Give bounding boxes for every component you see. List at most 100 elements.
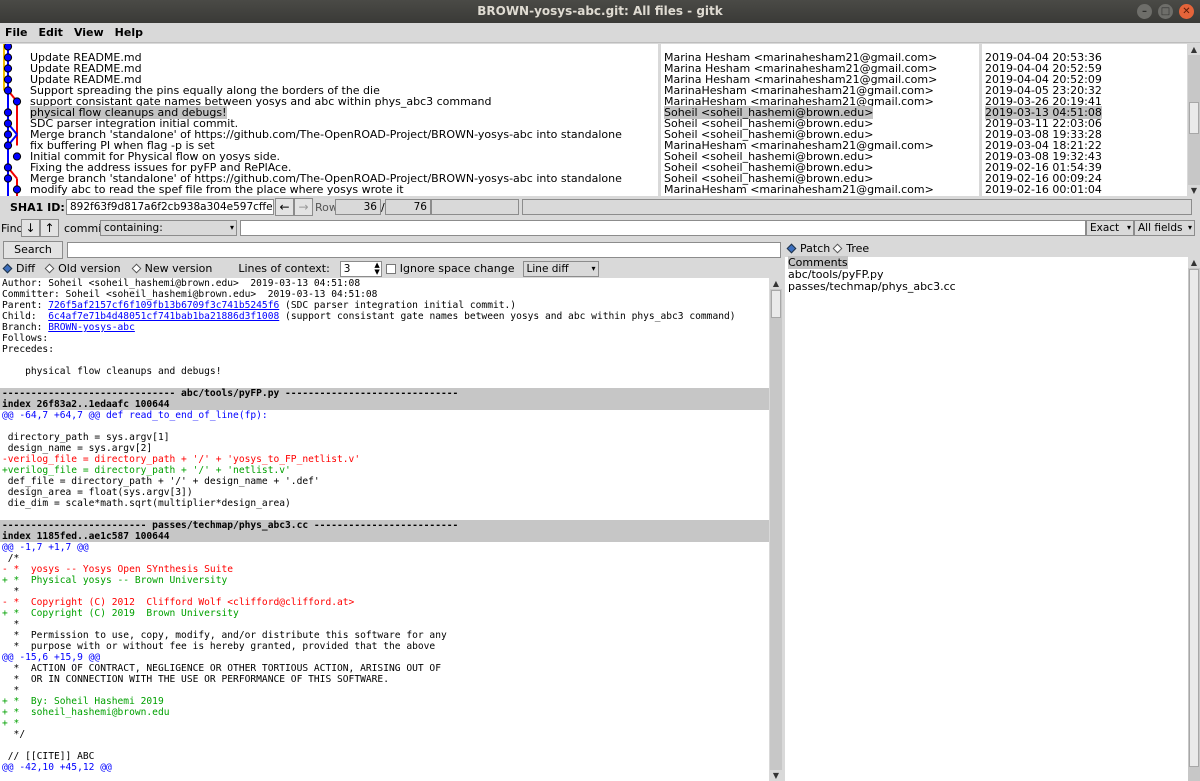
patch-radio-icon bbox=[786, 243, 797, 254]
diff-line: design_name = sys.argv[2] bbox=[0, 443, 769, 454]
author-cell[interactable]: Soheil <soheil_hashemi@brown.edu> bbox=[661, 195, 979, 196]
scroll-up-icon[interactable]: ▲ bbox=[1188, 44, 1200, 55]
scroll-down-icon[interactable]: ▼ bbox=[1188, 185, 1200, 196]
commit-list[interactable]: Update README.md Update README.md Update R… bbox=[0, 44, 658, 196]
find-up-icon[interactable]: ↑ bbox=[40, 219, 59, 237]
commit-label: commit bbox=[64, 221, 106, 235]
diff-line-text: -verilog_file = directory_path + '/' + '… bbox=[2, 454, 361, 465]
diff-line-text: @@ -42,10 +45,12 @@ bbox=[2, 762, 112, 773]
diff-line: directory_path = sys.argv[1] bbox=[0, 432, 769, 443]
diff-line-text: design_area = float(sys.argv[3]) bbox=[2, 487, 193, 498]
author-list[interactable]: Marina Hesham <marinahesham21@gmail.com>… bbox=[661, 44, 979, 196]
diff-line-text: physical flow cleanups and debugs! bbox=[2, 366, 222, 377]
window-titlebar: BROWN-yosys-abc.git: All files - gitk – … bbox=[0, 0, 1200, 23]
diff-line: * bbox=[0, 619, 769, 630]
scrollbar-thumb[interactable] bbox=[771, 290, 781, 318]
diff-line: // [[CITE]] ABC bbox=[0, 751, 769, 762]
patch-radio[interactable]: Patch bbox=[786, 242, 830, 255]
diff-line-text: - * yosys -- Yosys Open SYnthesis Suite bbox=[2, 564, 234, 575]
menu-view[interactable]: View bbox=[74, 23, 104, 42]
diff-line-text: +verilog_file = directory_path + '/' + '… bbox=[2, 465, 291, 476]
sha-input[interactable]: 892f63f9d817a6f2cb938a304e597cffe65ef6e8 bbox=[66, 199, 274, 215]
linediff-select[interactable]: Line diff ▾ bbox=[522, 260, 599, 277]
diff-line-text: Child: bbox=[2, 311, 49, 322]
commit-row[interactable]: The ground work for reintegration! bbox=[0, 195, 658, 196]
fields-select[interactable]: All fields ▾ bbox=[1134, 220, 1195, 236]
diff-radio[interactable]: Diff bbox=[2, 262, 36, 275]
diff-line: physical flow cleanups and debugs! bbox=[0, 366, 769, 377]
diff-line-text: + * Copyright (C) 2019 Brown University bbox=[2, 608, 239, 619]
tree-radio[interactable]: Tree bbox=[832, 242, 870, 255]
diff-line: Committer: Soheil <soheil_hashemi@brown.… bbox=[0, 289, 769, 300]
diff-line: * Permission to use, copy, modify, and/o… bbox=[0, 630, 769, 641]
diff-line bbox=[0, 740, 769, 751]
date-cell-text: 2019-02-16 00:00:11 bbox=[985, 194, 1102, 196]
new-version-radio[interactable]: New version bbox=[131, 262, 212, 275]
diff-line: Parent: 726f5af2157cf6f109fb13b6709f3c74… bbox=[0, 300, 769, 311]
forward-arrow-icon[interactable]: → bbox=[294, 198, 313, 216]
context-spinbox[interactable]: 3 ▲ ▼ bbox=[339, 260, 382, 277]
menu-edit[interactable]: Edit bbox=[39, 23, 63, 42]
find-input[interactable] bbox=[240, 220, 1086, 236]
commit-scrollbar[interactable]: ▲ ▼ bbox=[1188, 44, 1200, 196]
diff-radio-icon bbox=[2, 263, 13, 274]
new-version-icon bbox=[131, 263, 142, 274]
diff-line-text: ------------------------------ abc/tools… bbox=[2, 388, 459, 399]
scroll-up-icon[interactable]: ▲ bbox=[770, 278, 782, 289]
diff-line: */ bbox=[0, 729, 769, 740]
diff-line: Child: 6c4af7e71b4d48051cf741bab1ba21886… bbox=[0, 311, 769, 322]
diff-line: - * yosys -- Yosys Open SYnthesis Suite bbox=[0, 564, 769, 575]
search-bar: Search bbox=[0, 240, 783, 260]
ignore-space-checkbox[interactable] bbox=[385, 263, 396, 274]
diff-line-text: directory_path = sys.argv[1] bbox=[2, 432, 170, 443]
search-button[interactable]: Search bbox=[3, 241, 63, 259]
close-icon[interactable]: ✕ bbox=[1179, 4, 1194, 19]
diff-scrollbar[interactable]: ▲ ▼ bbox=[770, 278, 782, 781]
maximize-icon[interactable]: □ bbox=[1158, 4, 1173, 19]
diff-line-text: // [[CITE]] ABC bbox=[2, 751, 95, 762]
file-list-scrollbar[interactable]: ▲ bbox=[1188, 257, 1200, 781]
diff-label: Diff bbox=[16, 262, 36, 275]
status-field bbox=[522, 199, 1192, 215]
diff-line bbox=[0, 509, 769, 520]
scroll-up-icon[interactable]: ▲ bbox=[1188, 257, 1200, 268]
scrollbar-thumb[interactable] bbox=[1189, 102, 1199, 134]
back-arrow-icon[interactable]: ← bbox=[275, 198, 294, 216]
file-list-item[interactable]: passes/techmap/phys_abc3.cc bbox=[785, 281, 1188, 293]
commit-link[interactable]: 6c4af7e71b4d48051cf741bab1ba21886d3f1008 bbox=[48, 311, 279, 322]
chevron-down-icon: ▾ bbox=[1187, 223, 1192, 232]
old-version-radio[interactable]: Old version bbox=[44, 262, 121, 275]
menu-help[interactable]: Help bbox=[115, 23, 143, 42]
match-select[interactable]: Exact ▾ bbox=[1086, 220, 1134, 236]
commit-link[interactable]: 726f5af2157cf6f109fb13b6709f3c741b5245f6 bbox=[48, 300, 279, 311]
menu-file[interactable]: File bbox=[5, 23, 28, 42]
diff-line-text: Committer: Soheil <soheil_hashemi@brown.… bbox=[2, 289, 378, 300]
diff-line: Follows: bbox=[0, 333, 769, 344]
tree-radio-icon bbox=[832, 243, 843, 254]
file-name: passes/techmap/phys_abc3.cc bbox=[788, 280, 956, 293]
diff-line: Branch: BROWN-yosys-abc bbox=[0, 322, 769, 333]
find-down-icon[interactable]: ↓ bbox=[21, 219, 40, 237]
diff-line: * bbox=[0, 685, 769, 696]
scrollbar-thumb[interactable] bbox=[1189, 269, 1199, 767]
search-input[interactable] bbox=[67, 242, 781, 258]
scroll-down-icon[interactable]: ▼ bbox=[770, 770, 782, 781]
date-list[interactable]: 2019-04-04 20:53:36 2019-04-04 20:52:59 20… bbox=[982, 44, 1187, 196]
file-list[interactable]: Comments abc/tools/pyFP.py passes/techma… bbox=[785, 256, 1188, 781]
diff-view[interactable]: Author: Soheil <soheil_hashemi@brown.edu… bbox=[0, 278, 769, 781]
diff-line-text: def_file = directory_path + '/' + design… bbox=[2, 476, 320, 487]
minimize-icon[interactable]: – bbox=[1137, 4, 1152, 19]
diff-line: ------------------------------ abc/tools… bbox=[0, 388, 769, 399]
date-cell[interactable]: 2019-02-16 00:00:11 bbox=[982, 195, 1187, 196]
spinner-icon[interactable]: ▲ ▼ bbox=[374, 262, 379, 276]
chevron-down-icon: ▾ bbox=[229, 223, 234, 232]
diff-line-text: * OR IN CONNECTION WITH THE USE OR PERFO… bbox=[2, 674, 389, 685]
diff-line-text: die_dim = scale*math.sqrt(multiplier*des… bbox=[2, 498, 291, 509]
commit-link[interactable]: BROWN-yosys-abc bbox=[48, 322, 135, 333]
diff-line bbox=[0, 355, 769, 366]
chevron-down-icon: ▾ bbox=[591, 263, 596, 273]
diff-line-text: Precedes: bbox=[2, 344, 54, 355]
tree-label: Tree bbox=[846, 242, 870, 255]
diff-line-text: + * Physical yosys -- Brown University bbox=[2, 575, 228, 586]
find-type-select[interactable]: containing: ▾ bbox=[100, 220, 237, 236]
